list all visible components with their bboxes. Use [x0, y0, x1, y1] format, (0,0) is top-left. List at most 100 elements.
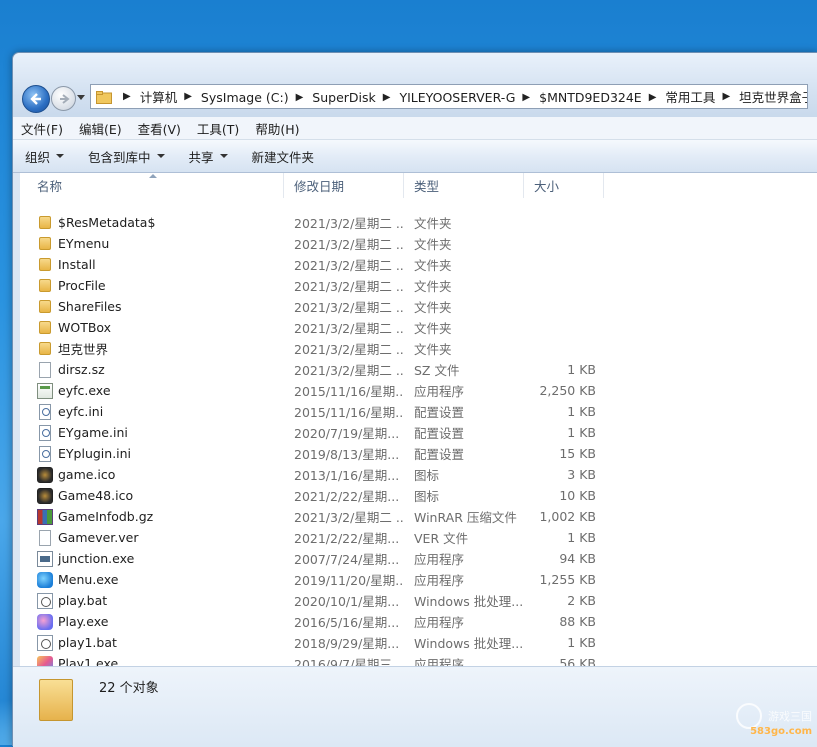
file-name-cell: play1.bat: [20, 634, 284, 651]
breadcrumb-item[interactable]: 计算机 ▶: [140, 87, 201, 106]
file-row[interactable]: play1.bat 2018/9/29/星期... Windows 批处理... 1 …: [20, 632, 817, 653]
file-row[interactable]: junction.exe 2007/7/24/星期... 应用程序 94 KB: [20, 548, 817, 569]
file-date: 2018/9/29/星期...: [294, 636, 400, 651]
file-row[interactable]: eyfc.exe 2015/11/16/星期... 应用程序 2,250 KB: [20, 380, 817, 401]
file-row[interactable]: 坦克世界 2021/3/2/星期二 ... 文件夹: [20, 338, 817, 359]
file-row[interactable]: ShareFiles 2021/3/2/星期二 ... 文件夹: [20, 296, 817, 317]
file-size: 10 KB: [559, 488, 596, 503]
column-header-type[interactable]: 类型: [404, 173, 524, 198]
caret-down-icon: [156, 154, 165, 158]
menu-app-icon: [37, 571, 53, 588]
file-row[interactable]: EYmenu 2021/3/2/星期二 ... 文件夹: [20, 233, 817, 254]
file-row[interactable]: EYplugin.ini 2019/8/13/星期... 配置设置 15 KB: [20, 443, 817, 464]
breadcrumb-item[interactable]: 坦克世界盒子▶: [739, 87, 807, 106]
share-button[interactable]: 共享: [177, 144, 240, 168]
file-row[interactable]: WOTBox 2021/3/2/星期二 ... 文件夹: [20, 317, 817, 338]
recent-pages-dropdown[interactable]: [77, 95, 85, 100]
file-type: Windows 批处理...: [414, 594, 524, 609]
folder-icon: [39, 258, 51, 271]
file-row[interactable]: Play.exe 2016/5/16/星期... 应用程序 88 KB: [20, 611, 817, 632]
file-date: 2015/11/16/星期...: [294, 405, 404, 420]
file-type: 文件夹: [414, 279, 452, 294]
include-in-library-button[interactable]: 包含到库中: [76, 144, 177, 168]
file-row[interactable]: game.ico 2013/1/16/星期... 图标 3 KB: [20, 464, 817, 485]
chevron-right-icon[interactable]: ▶: [123, 91, 131, 102]
file-date: 2007/7/24/星期...: [294, 552, 400, 567]
column-header-date[interactable]: 修改日期: [284, 173, 404, 198]
address-bar[interactable]: ▶ 计算机 ▶ SysImage (C:) ▶ SuperDisk ▶ YILEYOOSER…: [90, 84, 808, 109]
file-row[interactable]: GameInfodb.gz 2021/3/2/星期二 ... WinRAR 压缩文件…: [20, 506, 817, 527]
breadcrumb-item[interactable]: SuperDisk ▶: [312, 90, 399, 105]
chevron-right-icon[interactable]: ▶: [184, 91, 192, 102]
file-name: play.bat: [58, 593, 108, 608]
breadcrumb: 计算机 ▶ SysImage (C:) ▶ SuperDisk ▶ YILEYOOSERVE…: [140, 87, 807, 106]
file-row[interactable]: play.bat 2020/10/1/星期... Windows 批处理... 2 K…: [20, 590, 817, 611]
watermark-url: 583go.com: [750, 726, 812, 737]
file-name: play1.bat: [58, 635, 117, 650]
file-type: VER 文件: [414, 531, 469, 546]
file-name: WOTBox: [58, 320, 112, 335]
file-size: 94 KB: [559, 551, 596, 566]
bat-icon: [37, 592, 53, 609]
file-row[interactable]: EYgame.ini 2020/7/19/星期... 配置设置 1 KB: [20, 422, 817, 443]
file-date: 2021/3/2/星期二 ...: [294, 258, 404, 273]
chevron-right-icon[interactable]: ▶: [383, 92, 391, 103]
item-count: 22 个对象: [99, 681, 159, 696]
file-row[interactable]: dirsz.sz 2021/3/2/星期二 ... SZ 文件 1 KB: [20, 359, 817, 380]
file-row[interactable]: eyfc.ini 2015/11/16/星期... 配置设置 1 KB: [20, 401, 817, 422]
menu-item[interactable]: 编辑(E): [71, 119, 130, 138]
details-pane: 22 个对象: [13, 666, 817, 747]
file-name-cell: junction.exe: [20, 550, 284, 567]
chevron-right-icon[interactable]: ▶: [296, 92, 304, 103]
file-type: 图标: [414, 468, 440, 483]
menu-item[interactable]: 查看(V): [130, 119, 189, 138]
organize-button[interactable]: 组织: [13, 144, 76, 168]
new-folder-button[interactable]: 新建文件夹: [240, 144, 327, 168]
breadcrumb-item[interactable]: 常用工具 ▶: [665, 87, 739, 106]
breadcrumb-item[interactable]: YILEYOOSERVER-G ▶: [399, 90, 539, 105]
file-row[interactable]: Gamever.ver 2021/2/22/星期... VER 文件 1 KB: [20, 527, 817, 548]
chevron-right-icon[interactable]: ▶: [722, 91, 730, 102]
file-date: 2021/3/2/星期二 ...: [294, 342, 404, 357]
file-row[interactable]: Menu.exe 2019/11/20/星期... 应用程序 1,255 KB: [20, 569, 817, 590]
file-name: ProcFile: [58, 278, 106, 293]
arrow-right-icon: [59, 93, 70, 104]
breadcrumb-item[interactable]: $MNTD9ED324E ▶: [539, 90, 665, 105]
new-folder-label: 新建文件夹: [251, 149, 315, 165]
breadcrumb-label: 常用工具: [665, 90, 716, 105]
column-header-name[interactable]: 名称: [20, 173, 284, 198]
file-name: 坦克世界: [58, 342, 109, 357]
file-type: 应用程序: [414, 615, 465, 630]
file-date: 2020/10/1/星期...: [294, 594, 400, 609]
file-type: 文件夹: [414, 300, 452, 315]
file-date: 2021/3/2/星期二 ...: [294, 279, 404, 294]
menu-item[interactable]: 工具(T): [189, 119, 247, 138]
menu-item[interactable]: 帮助(H): [247, 119, 307, 138]
file-name: game.ico: [58, 467, 116, 482]
file-date: 2016/5/16/星期...: [294, 615, 400, 630]
back-button[interactable]: [22, 85, 50, 113]
file-row[interactable]: Install 2021/3/2/星期二 ... 文件夹: [20, 254, 817, 275]
file-type: 文件夹: [414, 216, 452, 231]
file-row[interactable]: $ResMetadata$ 2021/3/2/星期二 ... 文件夹: [20, 212, 817, 233]
folder-icon: [96, 90, 112, 104]
file-name-cell: WOTBox: [20, 320, 284, 335]
chevron-right-icon[interactable]: ▶: [649, 92, 657, 103]
breadcrumb-label: YILEYOOSERVER-G: [399, 90, 516, 105]
file-size: 1,255 KB: [539, 572, 596, 587]
folder-icon: [39, 321, 51, 334]
file-name-cell: 坦克世界: [20, 339, 284, 358]
file-row[interactable]: Game48.ico 2021/2/22/星期... 图标 10 KB: [20, 485, 817, 506]
chevron-right-icon[interactable]: ▶: [522, 92, 530, 103]
folder-icon: [39, 279, 51, 292]
file-row[interactable]: ProcFile 2021/3/2/星期二 ... 文件夹: [20, 275, 817, 296]
command-bar: 组织 包含到库中 共享 新建文件夹: [13, 140, 817, 173]
menu-bar: 文件(F) 编辑(E) 查看(V) 工具(T) 帮助(H): [13, 117, 817, 140]
menu-item[interactable]: 文件(F): [13, 119, 71, 138]
forward-button[interactable]: [51, 86, 76, 111]
breadcrumb-item[interactable]: SysImage (C:) ▶: [201, 90, 312, 105]
column-header-size[interactable]: 大小: [524, 173, 604, 198]
file-size: 1 KB: [567, 404, 596, 419]
folder-icon: [39, 342, 51, 355]
file-name-cell: ProcFile: [20, 278, 284, 293]
